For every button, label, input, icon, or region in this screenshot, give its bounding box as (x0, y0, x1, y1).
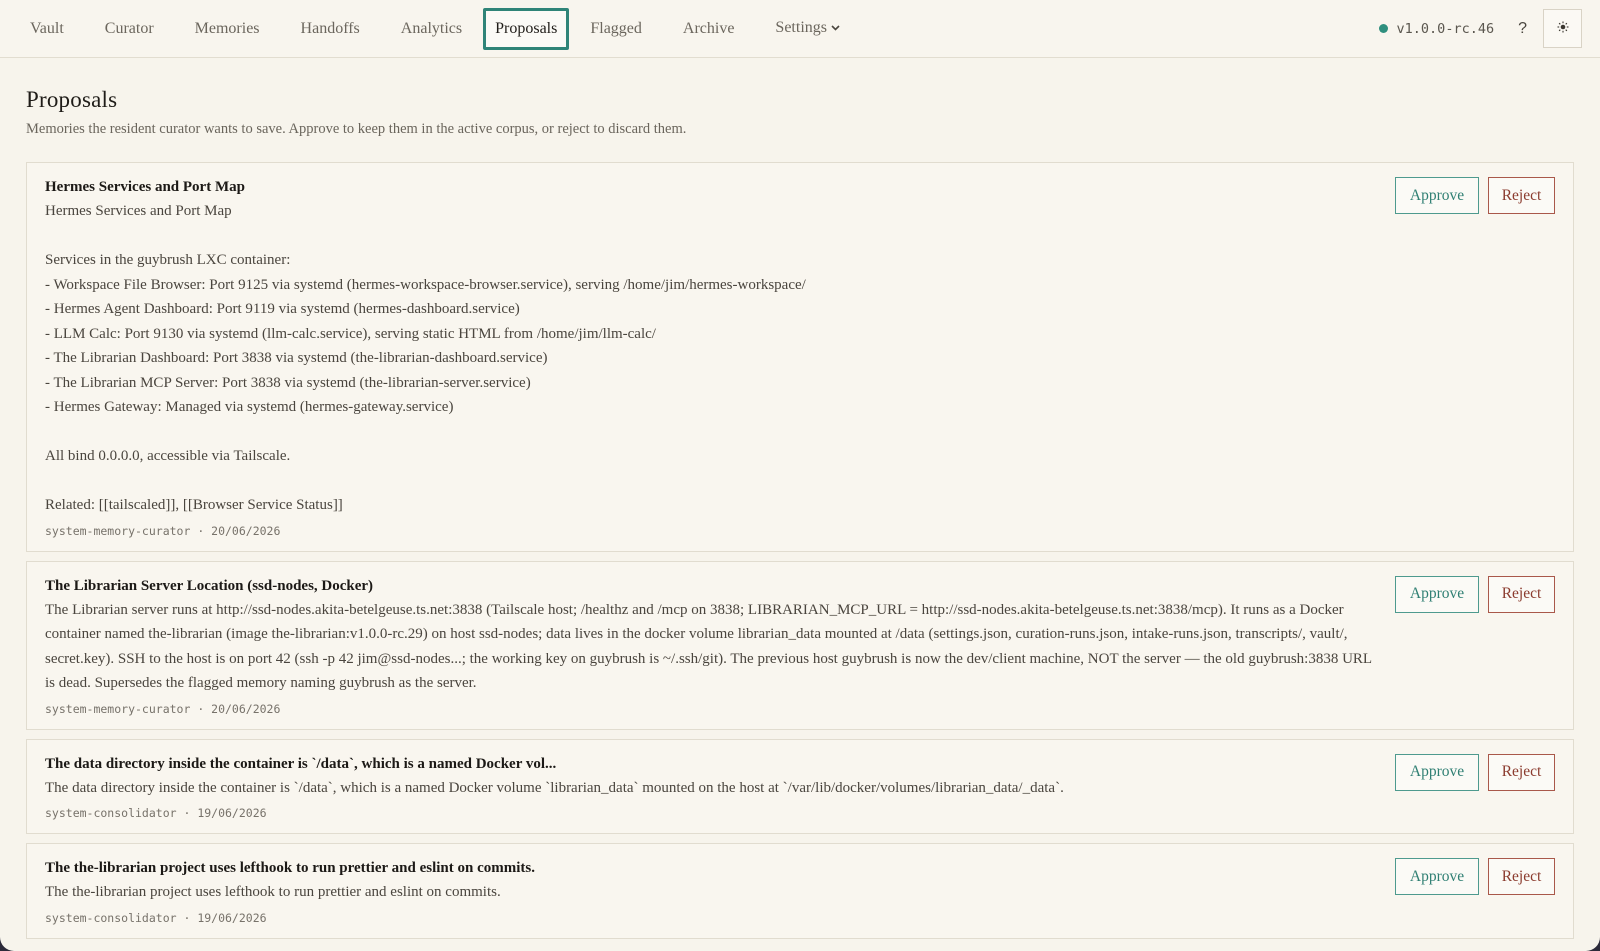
nav-vault[interactable]: Vault (10, 8, 84, 50)
page-subtitle: Memories the resident curator wants to s… (26, 121, 687, 137)
proposal-title: Hermes Services and Port Map (45, 179, 245, 195)
nav-flagged[interactable]: Flagged (570, 8, 662, 50)
proposal-meta: system-memory-curator · 20/06/2026 (45, 701, 281, 716)
nav-curator[interactable]: Curator (85, 8, 174, 50)
top-nav-bar: Vault Curator Memories Handoffs Analytic… (0, 0, 1600, 58)
proposal-meta: system-consolidator · 19/06/2026 (45, 806, 267, 820)
approve-button[interactable]: Approve (1395, 858, 1479, 895)
chevron-down-icon (831, 20, 840, 38)
reject-button[interactable]: Reject (1488, 753, 1555, 791)
version-label: v1.0.0-rc.46 (1396, 20, 1495, 37)
proposal-card: Approve Reject The Librarian Server Loca… (26, 560, 1574, 730)
nav-archive[interactable]: Archive (663, 8, 755, 50)
proposal-body: The Librarian server runs at http://ssd-… (45, 601, 1376, 692)
reject-button[interactable]: Reject (1488, 575, 1555, 613)
proposal-card: Approve Reject Hermes Services and Port … (26, 162, 1574, 552)
proposal-actions: Approve Reject (1395, 177, 1555, 214)
approve-button[interactable]: Approve (1395, 177, 1479, 214)
nav-handoffs[interactable]: Handoffs (281, 8, 380, 50)
reject-button[interactable]: Reject (1488, 858, 1555, 895)
approve-button[interactable]: Approve (1395, 753, 1479, 791)
nav-analytics[interactable]: Analytics (381, 8, 482, 50)
proposal-title: The data directory inside the container … (45, 755, 557, 772)
approve-button[interactable]: Approve (1395, 575, 1479, 613)
main-nav: Vault Curator Memories Handoffs Analytic… (10, 0, 861, 57)
proposal-body: Hermes Services and Port Map Services in… (45, 203, 806, 513)
nav-settings[interactable]: Settings (755, 7, 860, 51)
page-title: Proposals (26, 87, 118, 112)
proposal-body: The the-librarian project uses lefthook … (45, 884, 501, 900)
proposal-meta: system-memory-curator · 20/06/2026 (45, 523, 281, 538)
status-dot-icon (1378, 24, 1388, 33)
main-content: Proposals Memories the resident curator … (0, 58, 1600, 939)
proposal-card: Approve Reject The data directory inside… (26, 738, 1574, 834)
sun-icon (1557, 21, 1569, 36)
nav-settings-label: Settings (775, 18, 827, 36)
proposal-card: Approve Reject The the-librarian project… (26, 843, 1574, 939)
toolbar-right: v1.0.0-rc.46 ? (1378, 9, 1582, 48)
theme-toggle-button[interactable] (1543, 9, 1582, 48)
proposal-meta: system-consolidator · 19/06/2026 (45, 910, 267, 925)
proposal-title: The the-librarian project uses lefthook … (45, 860, 535, 876)
nav-proposals[interactable]: Proposals (483, 7, 570, 50)
proposal-title: The Librarian Server Location (ssd-nodes… (45, 577, 374, 594)
nav-memories[interactable]: Memories (175, 8, 280, 50)
proposal-body: The data directory inside the container … (45, 779, 1064, 796)
proposal-actions: Approve Reject (1395, 753, 1555, 791)
proposal-actions: Approve Reject (1395, 575, 1555, 613)
reject-button[interactable]: Reject (1488, 177, 1555, 214)
proposal-actions: Approve Reject (1395, 858, 1555, 895)
app-window: Vault Curator Memories Handoffs Analytic… (0, 0, 1600, 951)
help-button[interactable]: ? (1518, 20, 1527, 38)
